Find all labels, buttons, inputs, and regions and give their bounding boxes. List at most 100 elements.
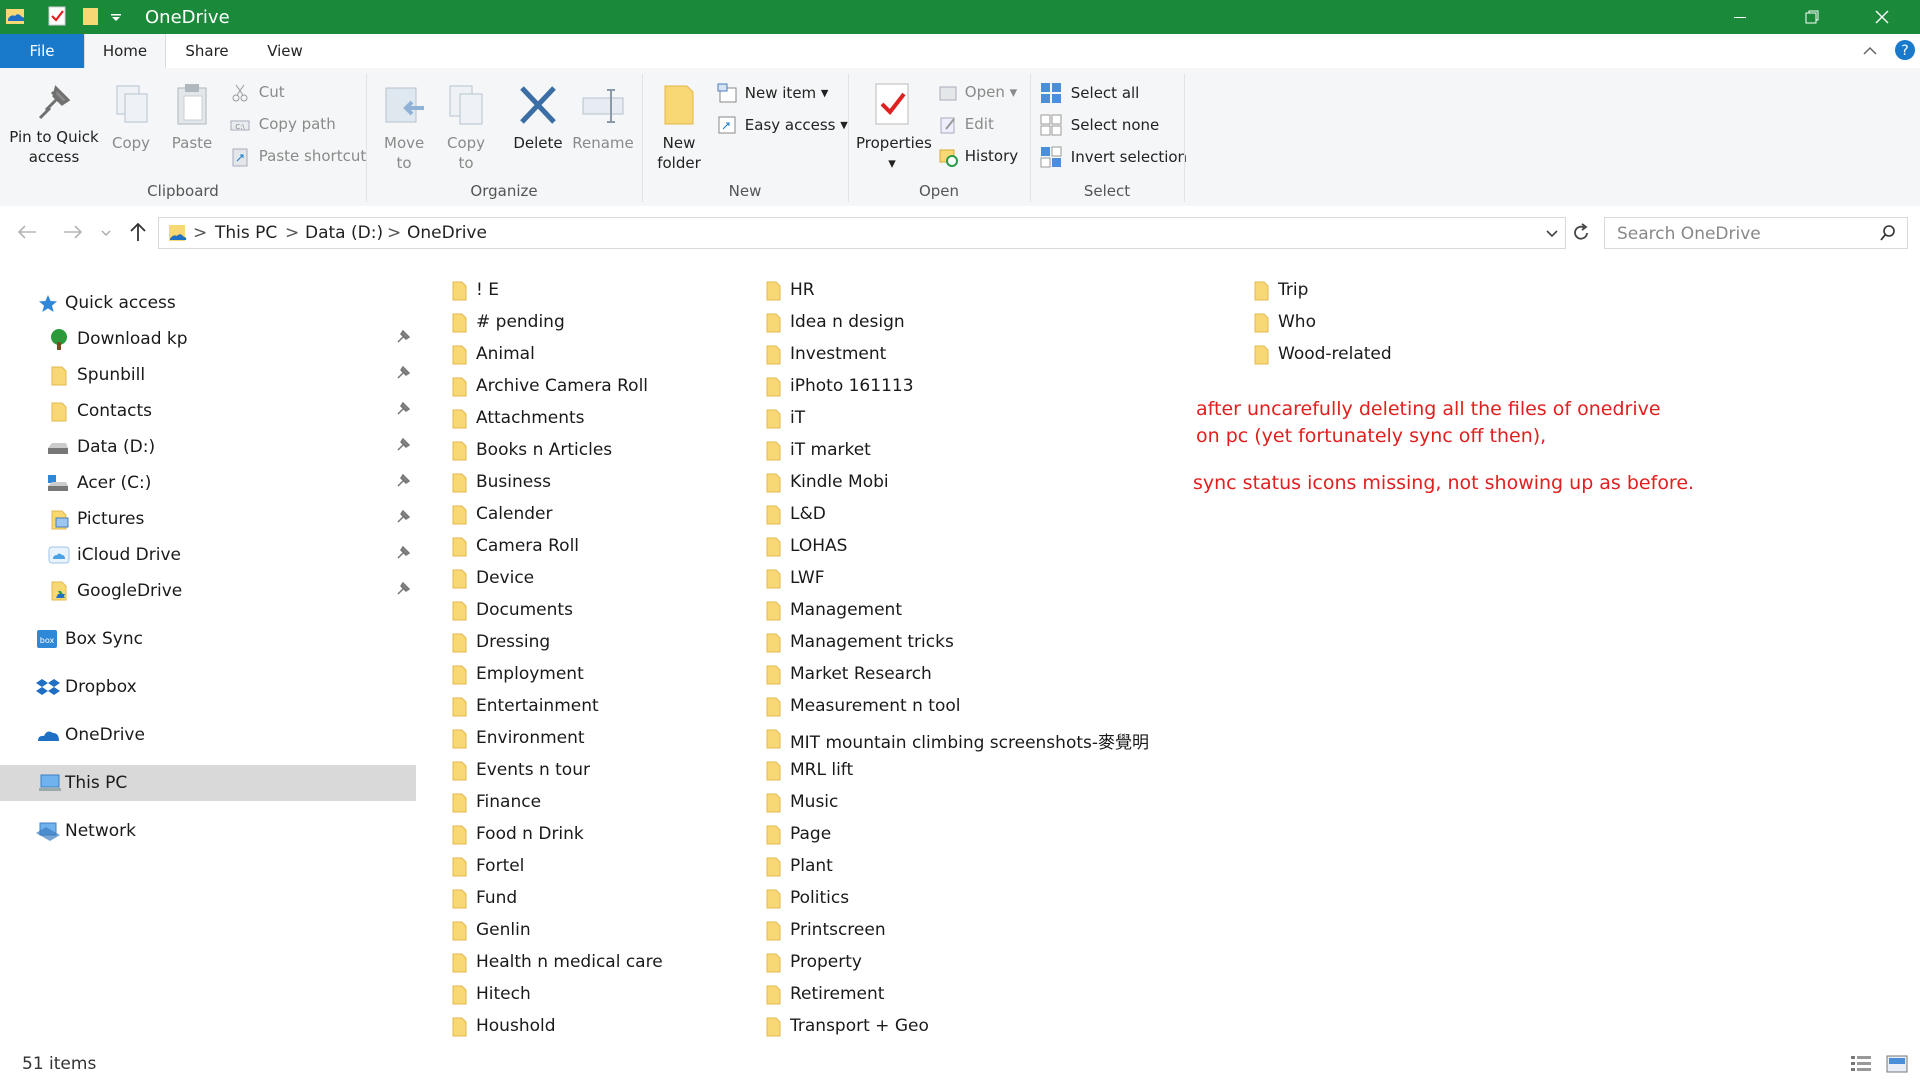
folder-icon [452, 377, 467, 397]
edit-button[interactable]: Edit [938, 114, 994, 135]
tab-view[interactable]: View [252, 34, 318, 68]
rename-button[interactable]: Rename [572, 82, 634, 153]
folder-icon [766, 345, 781, 365]
help-icon[interactable]: ? [1894, 39, 1916, 61]
large-icons-view-icon[interactable] [1886, 1054, 1908, 1074]
collapse-ribbon-icon[interactable] [1862, 44, 1878, 58]
paste-shortcut-button[interactable]: Paste shortcut [230, 146, 366, 167]
back-arrow-icon[interactable] [16, 224, 38, 240]
recent-locations-chevron-icon[interactable] [100, 228, 112, 238]
onedrive-cloud-icon [38, 731, 59, 741]
nav-contacts[interactable]: Contacts [0, 394, 416, 428]
folder-icon [766, 313, 781, 333]
nav-network[interactable]: Network [0, 814, 416, 848]
forward-arrow-icon[interactable] [62, 224, 84, 240]
new-folder-qat-icon[interactable] [80, 5, 102, 27]
open-button[interactable]: Open ▾ [938, 82, 1017, 103]
folder-icon [452, 953, 467, 973]
tab-file[interactable]: File [0, 34, 84, 68]
folder-name: Camera Roll [476, 536, 580, 556]
separator [1184, 74, 1185, 202]
pin-icon[interactable] [394, 330, 410, 346]
status-bar: 51 items [0, 1048, 1920, 1080]
copy-path-button[interactable]: C:\ Copy path [230, 114, 336, 135]
svg-text:box: box [40, 636, 55, 645]
folder-name: Animal [476, 344, 535, 364]
address-row: > This PC > Data (D:) > OneDrive [0, 206, 1920, 258]
search-input[interactable] [1615, 223, 1869, 245]
pin-icon[interactable] [394, 474, 410, 490]
folder-name: Environment [476, 728, 585, 748]
new-folder-button[interactable]: New folder [650, 82, 708, 173]
refresh-icon[interactable] [1570, 222, 1592, 244]
breadcrumb-data-d[interactable]: Data (D:) [305, 223, 383, 243]
move-to-icon [385, 87, 424, 123]
delete-button[interactable]: Delete [508, 82, 568, 153]
scissors-icon [232, 84, 248, 101]
close-button[interactable] [1850, 0, 1914, 34]
nav-onedrive[interactable]: OneDrive [0, 718, 416, 752]
properties-qat-icon[interactable] [46, 5, 68, 27]
details-view-icon[interactable] [1850, 1054, 1872, 1074]
nav-this-pc[interactable]: This PC [0, 765, 416, 801]
icloud-icon [48, 546, 70, 564]
customize-qat-icon[interactable] [109, 10, 123, 24]
copy-to-button[interactable]: Copy to [438, 82, 494, 173]
pin-icon [38, 85, 71, 120]
nav-download-kp[interactable]: Download kp [0, 322, 416, 356]
pin-icon[interactable] [394, 510, 410, 526]
copy-button[interactable]: Copy [106, 82, 156, 153]
nav-box-sync[interactable]: box Box Sync [0, 622, 416, 656]
tab-share[interactable]: Share [172, 34, 242, 68]
select-all-button[interactable]: Select all [1040, 82, 1139, 104]
folder-name: Finance [476, 792, 542, 812]
address-bar[interactable]: > This PC > Data (D:) > OneDrive [158, 217, 1566, 249]
cut-button[interactable]: Cut [230, 82, 285, 103]
pin-icon[interactable] [394, 546, 410, 562]
tab-home[interactable]: Home [84, 34, 166, 69]
history-button[interactable]: History [938, 146, 1018, 167]
invert-selection-button[interactable]: Invert selection [1040, 146, 1187, 168]
pin-quick-access-button[interactable]: Pin to Quick access [8, 84, 100, 167]
minimize-button[interactable] [1708, 0, 1772, 34]
breadcrumb-onedrive[interactable]: OneDrive [407, 223, 487, 243]
folder-icon [452, 441, 467, 461]
nav-pictures[interactable]: Pictures [0, 502, 416, 536]
folder-icon [452, 665, 467, 685]
new-item-button[interactable]: New item ▾ [716, 82, 828, 104]
pin-icon[interactable] [394, 438, 410, 454]
breadcrumb-separator[interactable]: > [285, 223, 299, 243]
nav-quick-access[interactable]: Quick access [0, 286, 416, 320]
breadcrumb-separator[interactable]: > [193, 223, 207, 243]
search-icon[interactable] [1879, 224, 1897, 242]
pin-icon[interactable] [394, 402, 410, 418]
copy-to-icon [449, 85, 483, 125]
folder-icon [452, 345, 467, 365]
pin-icon[interactable] [394, 366, 410, 382]
rename-icon [582, 89, 624, 123]
properties-button[interactable]: Properties ▾ [856, 82, 932, 173]
easy-access-button[interactable]: Easy access ▾ [716, 114, 848, 136]
onedrive-folder-icon[interactable] [4, 5, 26, 27]
svg-text:?: ? [1901, 43, 1908, 59]
folder-icon [766, 921, 781, 941]
folder-name: Management [790, 600, 902, 620]
move-to-button[interactable]: Move to [376, 82, 432, 173]
folder-icon [766, 729, 781, 749]
paste-button[interactable]: Paste [166, 82, 218, 153]
nav-acer-c[interactable]: Acer (C:) [0, 466, 416, 500]
nav-data-d[interactable]: Data (D:) [0, 430, 416, 464]
address-dropdown-chevron-icon[interactable] [1545, 228, 1559, 240]
nav-icloud-drive[interactable]: iCloud Drive [0, 538, 416, 572]
folder-icon [452, 729, 467, 749]
pin-icon[interactable] [394, 582, 410, 598]
nav-spunbill[interactable]: Spunbill [0, 358, 416, 392]
breadcrumb-this-pc[interactable]: This PC [215, 223, 277, 243]
select-none-button[interactable]: Select none [1040, 114, 1159, 136]
folder-name: Trip [1278, 280, 1309, 300]
breadcrumb-separator[interactable]: > [387, 223, 401, 243]
up-arrow-icon[interactable] [128, 221, 148, 243]
restore-button[interactable] [1780, 0, 1844, 34]
nav-dropbox[interactable]: Dropbox [0, 670, 416, 704]
nav-googledrive[interactable]: GoogleDrive [0, 574, 416, 608]
